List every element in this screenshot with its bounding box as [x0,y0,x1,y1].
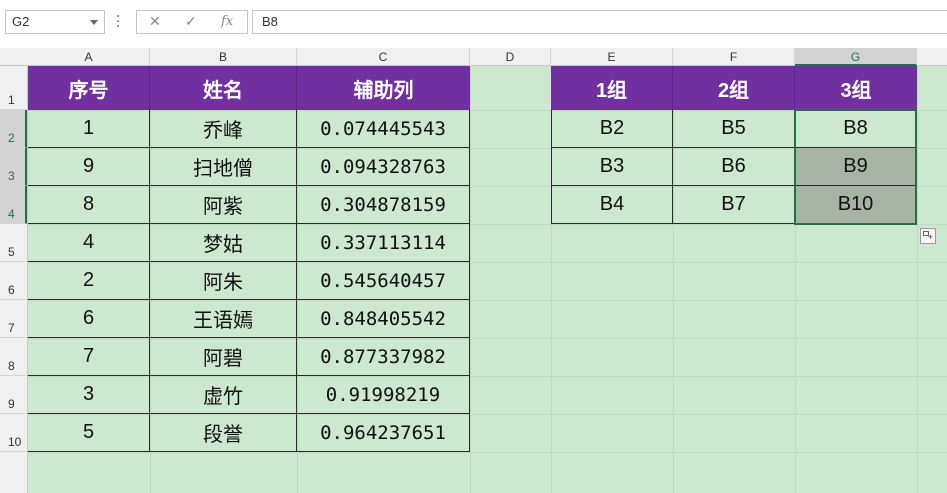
cancel-icon[interactable]: ✕ [149,13,161,30]
row-headers: 1 2 3 4 5 6 7 8 9 10 [0,66,28,493]
formula-bar-area: G2 ✕ ✓ fx B8 [0,0,947,48]
table-cell[interactable]: B5 [673,110,795,148]
table-cell[interactable]: 梦姑 [150,224,297,262]
table-cell[interactable]: 4 [28,224,150,262]
table-cell[interactable]: 0.074445543 [297,110,470,148]
row-header-8[interactable]: 8 [0,338,27,376]
formula-buttons: ✕ ✓ fx [136,10,248,34]
active-cell-g2[interactable]: B8 [795,110,917,148]
table-cell[interactable]: 0.964237651 [297,414,470,452]
header-cell-helper[interactable]: 辅助列 [297,66,470,110]
row-header-9[interactable]: 9 [0,376,27,414]
gridline [917,66,918,493]
gridline [28,452,947,453]
table-cell[interactable]: 0.304878159 [297,186,470,224]
table-cell[interactable]: B2 [551,110,673,148]
gridline [470,66,471,493]
header-cell-name[interactable]: 姓名 [150,66,297,110]
table-cell[interactable]: 0.877337982 [297,338,470,376]
row-header-7[interactable]: 7 [0,300,27,338]
table-cell[interactable]: 虚竹 [150,376,297,414]
selected-cell-g3[interactable]: B9 [795,148,917,186]
column-header-b[interactable]: B [150,48,297,66]
row-header-5[interactable]: 5 [0,224,27,262]
table-cell[interactable]: 阿碧 [150,338,297,376]
enter-icon[interactable]: ✓ [185,13,197,30]
row-header-3[interactable]: 3 [0,148,27,186]
column-header-g[interactable]: G [795,48,917,66]
formula-input[interactable]: B8 [252,10,947,34]
table-cell[interactable]: 1 [28,110,150,148]
row-header-6[interactable]: 6 [0,262,27,300]
table-cell[interactable]: 9 [28,148,150,186]
header-cell-group3[interactable]: 3组 [795,66,917,110]
more-options-icon[interactable] [117,15,120,29]
header-cell-seq[interactable]: 序号 [28,66,150,110]
header-cell-group2[interactable]: 2组 [673,66,795,110]
table-cell[interactable]: 乔峰 [150,110,297,148]
table-cell[interactable]: 0.91998219 [297,376,470,414]
table-cell[interactable]: 扫地僧 [150,148,297,186]
table-cell[interactable]: 3 [28,376,150,414]
row-header-4[interactable]: 4 [0,186,27,224]
table-cell[interactable]: B7 [673,186,795,224]
column-header-c[interactable]: C [297,48,470,66]
header-cell-group1[interactable]: 1组 [551,66,673,110]
table-cell[interactable]: 段誉 [150,414,297,452]
column-header-a[interactable]: A [28,48,150,66]
column-headers: A B C D E F G [0,48,947,66]
table-cell[interactable]: 0.848405542 [297,300,470,338]
column-header-d[interactable]: D [470,48,551,66]
insert-function-icon[interactable]: fx [221,14,233,29]
table-cell[interactable]: B6 [673,148,795,186]
column-header-f[interactable]: F [673,48,795,66]
table-cell[interactable]: 0.094328763 [297,148,470,186]
name-box[interactable]: G2 [5,10,105,34]
table-cell[interactable]: 阿朱 [150,262,297,300]
selected-cell-g4[interactable]: B10 [795,186,917,224]
table-cell[interactable]: 0.337113114 [297,224,470,262]
table-cell[interactable]: B3 [551,148,673,186]
table-cell[interactable]: B4 [551,186,673,224]
column-header-e[interactable]: E [551,48,673,66]
chevron-down-icon[interactable] [90,20,98,25]
column-header-h[interactable] [917,48,947,66]
table-cell[interactable]: 5 [28,414,150,452]
table-cell[interactable]: 阿紫 [150,186,297,224]
row-header-2[interactable]: 2 [0,110,27,148]
row-header-10[interactable]: 10 [0,414,27,452]
table-cell[interactable]: 0.545640457 [297,262,470,300]
table-cell[interactable]: 6 [28,300,150,338]
name-box-value: G2 [12,14,30,29]
table-cell[interactable]: 7 [28,338,150,376]
table-cell[interactable]: 2 [28,262,150,300]
table-cell[interactable]: 王语嫣 [150,300,297,338]
quick-analysis-icon[interactable]: + [920,228,936,244]
row-header-1[interactable]: 1 [0,66,27,110]
table-cell[interactable]: 8 [28,186,150,224]
